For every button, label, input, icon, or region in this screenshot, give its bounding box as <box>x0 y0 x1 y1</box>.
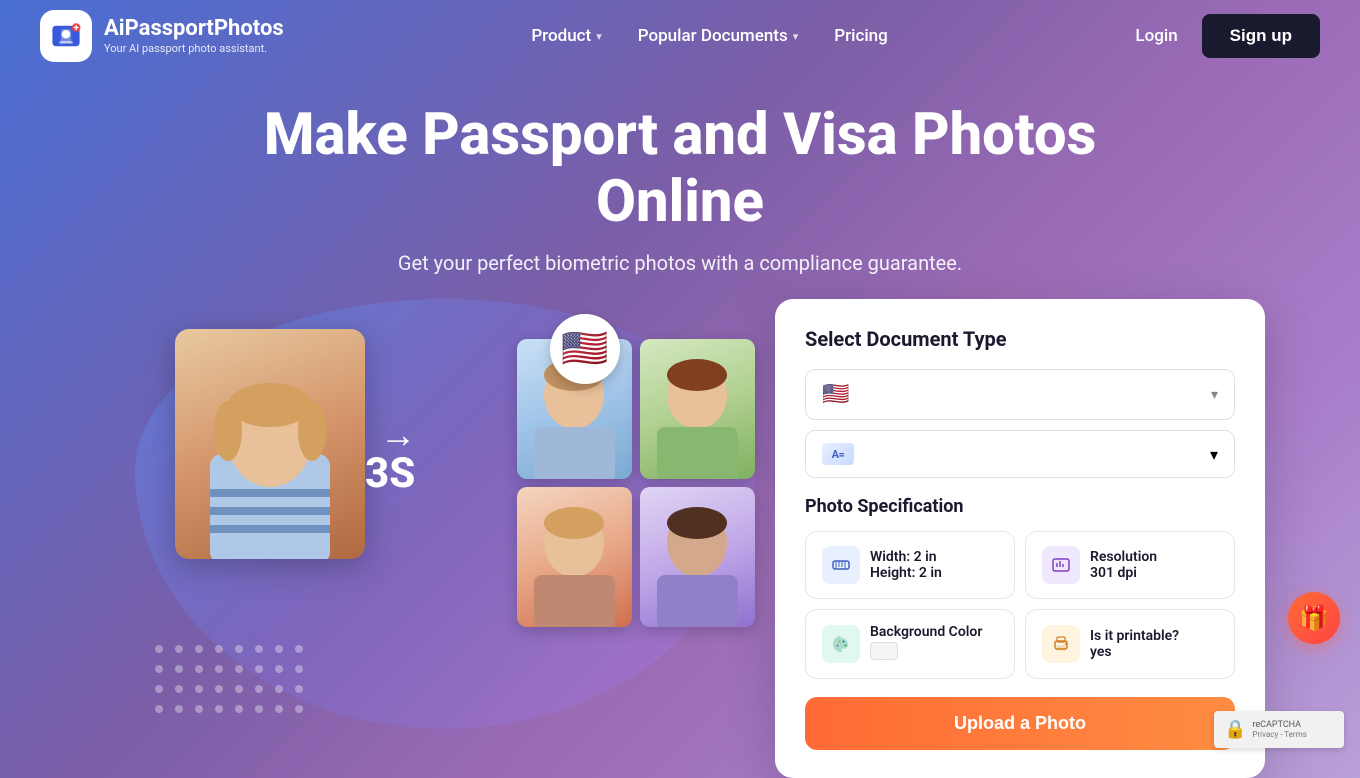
nav-pricing[interactable]: Pricing <box>834 26 888 46</box>
hero-subtitle: Get your perfect biometric photos with a… <box>20 251 1340 275</box>
spec-size: Width: 2 in Height: 2 in <box>805 531 1015 599</box>
spec-resolution-label: Resolution <box>1090 549 1157 565</box>
color-icon <box>822 625 860 663</box>
logo-icon <box>40 10 92 62</box>
main-passport-card <box>175 329 365 559</box>
nav-right: Login Sign up <box>1135 14 1320 58</box>
gift-button[interactable]: 🎁 <box>1288 592 1340 644</box>
spec-printable-label: Is it printable? <box>1090 628 1179 644</box>
country-chevron-icon: ▾ <box>1211 387 1218 403</box>
spec-printable-value: yes <box>1090 644 1179 660</box>
hero-title: Make Passport and Visa Photos Online <box>230 102 1130 235</box>
nav-links: Product ▾ Popular Documents ▾ Pricing <box>531 26 887 46</box>
photo-spec-title: Photo Specification <box>805 496 1235 517</box>
nav-product[interactable]: Product ▾ <box>531 26 601 46</box>
resolution-icon <box>1042 546 1080 584</box>
logo[interactable]: AiPassportPhotos Your AI passport photo … <box>40 10 284 62</box>
content-area: → 3S 🇺🇸 <box>0 299 1360 778</box>
document-icon: A= <box>822 443 854 465</box>
spec-resolution: Resolution 301 dpi <box>1025 531 1235 599</box>
color-swatch[interactable] <box>870 642 898 660</box>
recaptcha-text: reCAPTCHA Privacy - Terms <box>1252 720 1306 739</box>
spec-width: Width: 2 in <box>870 549 942 565</box>
select-document-title: Select Document Type <box>805 327 1235 351</box>
recaptcha-box: 🔒 reCAPTCHA Privacy - Terms <box>1214 711 1344 748</box>
spec-grid: Width: 2 in Height: 2 in Resolution 30 <box>805 531 1235 679</box>
spec-background: Background Color <box>805 609 1015 679</box>
speed-badge: 3S <box>365 449 415 498</box>
nav-popular-docs[interactable]: Popular Documents ▾ <box>638 26 799 46</box>
photo-thumb-4 <box>640 487 755 627</box>
print-icon <box>1042 625 1080 663</box>
flag-circle: 🇺🇸 <box>550 314 620 384</box>
signup-button[interactable]: Sign up <box>1202 14 1320 58</box>
photo-grid <box>517 339 755 627</box>
spec-printable: Is it printable? yes <box>1025 609 1235 679</box>
doc-chevron-icon: ▾ <box>1210 445 1218 464</box>
dots-decoration <box>155 645 309 719</box>
navbar: AiPassportPhotos Your AI passport photo … <box>0 0 1360 72</box>
spec-dpi: 301 dpi <box>1090 565 1157 581</box>
spec-bg-color-label: Background Color <box>870 624 982 640</box>
country-dropdown[interactable]: 🇺🇸 ▾ <box>805 369 1235 420</box>
photo-illustration: → 3S 🇺🇸 <box>95 299 775 739</box>
product-chevron-icon: ▾ <box>596 30 602 43</box>
spec-height: Height: 2 in <box>870 565 942 581</box>
photo-thumb-3 <box>517 487 632 627</box>
ruler-icon <box>822 546 860 584</box>
popular-chevron-icon: ▾ <box>793 30 799 43</box>
document-type-dropdown[interactable]: A= ▾ <box>805 430 1235 478</box>
hero-section: Make Passport and Visa Photos Online Get… <box>0 72 1360 275</box>
photo-thumb-2 <box>640 339 755 479</box>
logo-text: AiPassportPhotos Your AI passport photo … <box>104 17 284 54</box>
country-flag: 🇺🇸 <box>822 382 849 407</box>
upload-button[interactable]: Upload a Photo <box>805 697 1235 750</box>
recaptcha-logo: 🔒 <box>1224 719 1246 740</box>
login-link[interactable]: Login <box>1135 26 1177 46</box>
form-panel: Select Document Type 🇺🇸 ▾ A= ▾ Photo Spe… <box>775 299 1265 778</box>
